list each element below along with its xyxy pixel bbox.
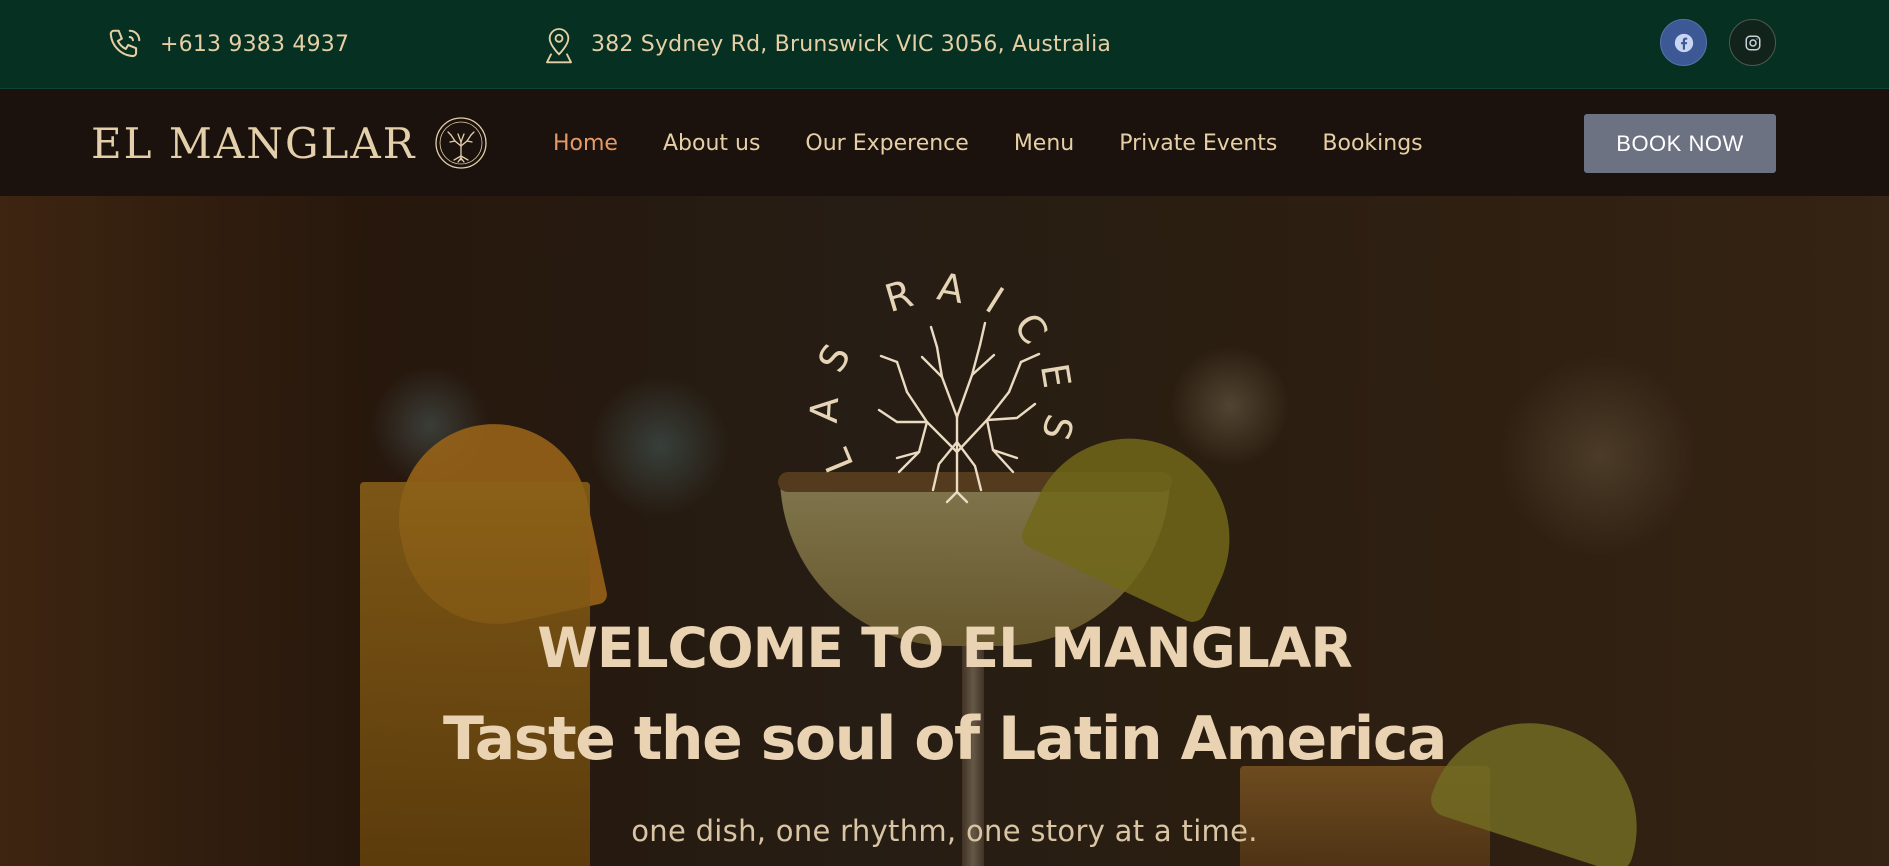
- nav-private-events[interactable]: Private Events: [1119, 131, 1277, 156]
- emblem-circular-text: LAS RAICES DE SURAMERICA: [745, 202, 1083, 505]
- tree-roots-logo-icon: [435, 117, 488, 169]
- address-text: 382 Sydney Rd, Brunswick VIC 3056, Austr…: [591, 32, 1112, 57]
- main-navbar: EL MANGLAR Home About us Our Experence M…: [0, 90, 1889, 196]
- address-contact[interactable]: 382 Sydney Rd, Brunswick VIC 3056, Austr…: [543, 0, 1111, 89]
- phone-contact[interactable]: +613 9383 4937: [106, 0, 349, 89]
- brand-name: EL MANGLAR: [91, 118, 417, 168]
- hero-subline: one dish, one rhythm, one story at a tim…: [631, 814, 1258, 848]
- top-bar: +613 9383 4937 382 Sydney Rd, Brunswick …: [0, 0, 1889, 89]
- nav-home[interactable]: Home: [553, 131, 618, 156]
- nav-bookings[interactable]: Bookings: [1322, 131, 1422, 156]
- main-nav: Home About us Our Experence Menu Private…: [553, 90, 1468, 196]
- brand-logo[interactable]: EL MANGLAR: [91, 90, 488, 196]
- hero-section: LAS RAICES DE SURAMERICA WELCOME TO EL M…: [0, 196, 1889, 866]
- hero-tagline: Taste the soul of Latin America: [443, 704, 1447, 774]
- phone-icon: [109, 29, 141, 57]
- roots-emblem-logo: LAS RAICES DE SURAMERICA: [745, 202, 1083, 505]
- book-now-button[interactable]: BOOK NOW: [1584, 114, 1776, 173]
- instagram-icon: [1745, 35, 1760, 50]
- facebook-link[interactable]: [1660, 19, 1707, 66]
- nav-our-experience[interactable]: Our Experence: [805, 131, 968, 156]
- phone-number: +613 9383 4937: [160, 32, 350, 57]
- nav-about-us[interactable]: About us: [663, 131, 760, 156]
- nav-menu[interactable]: Menu: [1014, 131, 1074, 156]
- instagram-link[interactable]: [1729, 19, 1776, 66]
- facebook-icon: [1674, 33, 1693, 52]
- map-pin-icon: [546, 27, 572, 63]
- hero-welcome-heading: WELCOME TO EL MANGLAR: [537, 616, 1352, 680]
